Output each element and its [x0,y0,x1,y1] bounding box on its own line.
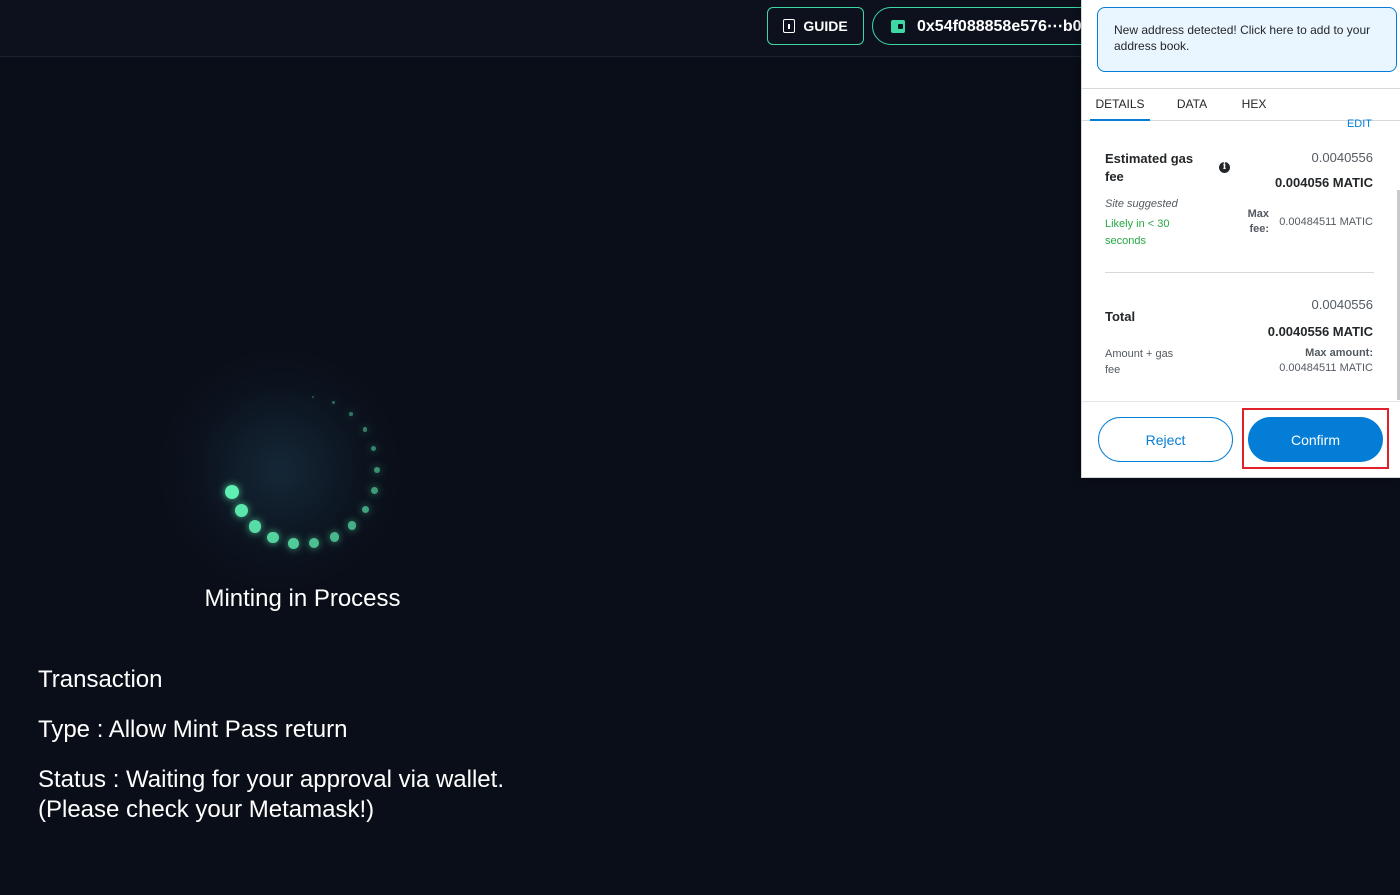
edit-link[interactable]: EDIT [1347,118,1372,130]
max-amount-label: Max amount: [1305,347,1373,359]
spinner-dot [349,412,354,416]
wallet-address: 0x54f088858e576⋯b05 [917,18,1091,35]
minting-spinner [155,345,415,595]
wallet-icon [891,19,905,33]
transaction-info: Transaction Type : Allow Mint Pass retur… [38,665,638,845]
total-matic: 0.0040556 MATIC [1267,324,1373,339]
document-icon [783,19,796,33]
spinner-dot [332,401,335,404]
divider [1105,272,1374,273]
spinner-dot [225,484,240,499]
max-amount-value: 0.00484511 MATIC [1279,362,1373,374]
gas-fee-matic: 0.004056 MATIC [1274,175,1373,190]
tab-data[interactable]: DATA [1172,89,1212,120]
spinner-dot [287,537,299,549]
spinner-dot [373,466,380,473]
transaction-type: Type : Allow Mint Pass return [38,716,348,743]
spinner-dot [267,531,279,544]
spinner-dot [248,520,262,533]
confirm-button[interactable]: Confirm [1248,417,1383,462]
spinner-dot [362,427,368,432]
minting-status-label: Minting in Process [204,585,401,612]
guide-label: GUIDE [803,18,848,34]
footer-divider [1082,401,1400,402]
metamask-tabs: DETAILS DATA HEX [1082,88,1400,121]
gas-fee-value: 0.0040556 [1311,150,1373,165]
guide-button[interactable]: GUIDE [767,7,864,45]
status-line-2: (Please check your Metamask!) [38,796,375,823]
tab-hex[interactable]: HEX [1234,89,1274,120]
amount-gas-label: Amount + gas fee [1105,348,1174,376]
transaction-status: Status : Waiting for your approval via w… [38,765,638,825]
max-fee-label: Max fee: [1247,208,1269,235]
new-address-alert[interactable]: New address detected! Click here to add … [1097,7,1397,72]
info-icon[interactable]: i [1219,162,1230,173]
reject-button[interactable]: Reject [1098,417,1233,462]
likely-time: Likely in < 30 seconds [1105,218,1170,247]
metamask-popup: New address detected! Click here to add … [1081,0,1400,478]
spinner-dot [329,532,339,542]
transaction-heading: Transaction [38,666,163,693]
tab-details[interactable]: DETAILS [1090,89,1150,121]
gas-fee-label: Estimated gas fee [1105,151,1194,184]
status-line-1: Status : Waiting for your approval via w… [38,766,504,793]
spinner-dot [347,521,357,530]
spinner-glow [155,345,405,595]
max-fee-value: 0.00484511 MATIC [1279,216,1373,228]
spinner-dot [234,504,248,518]
spinner-dot [370,486,378,494]
